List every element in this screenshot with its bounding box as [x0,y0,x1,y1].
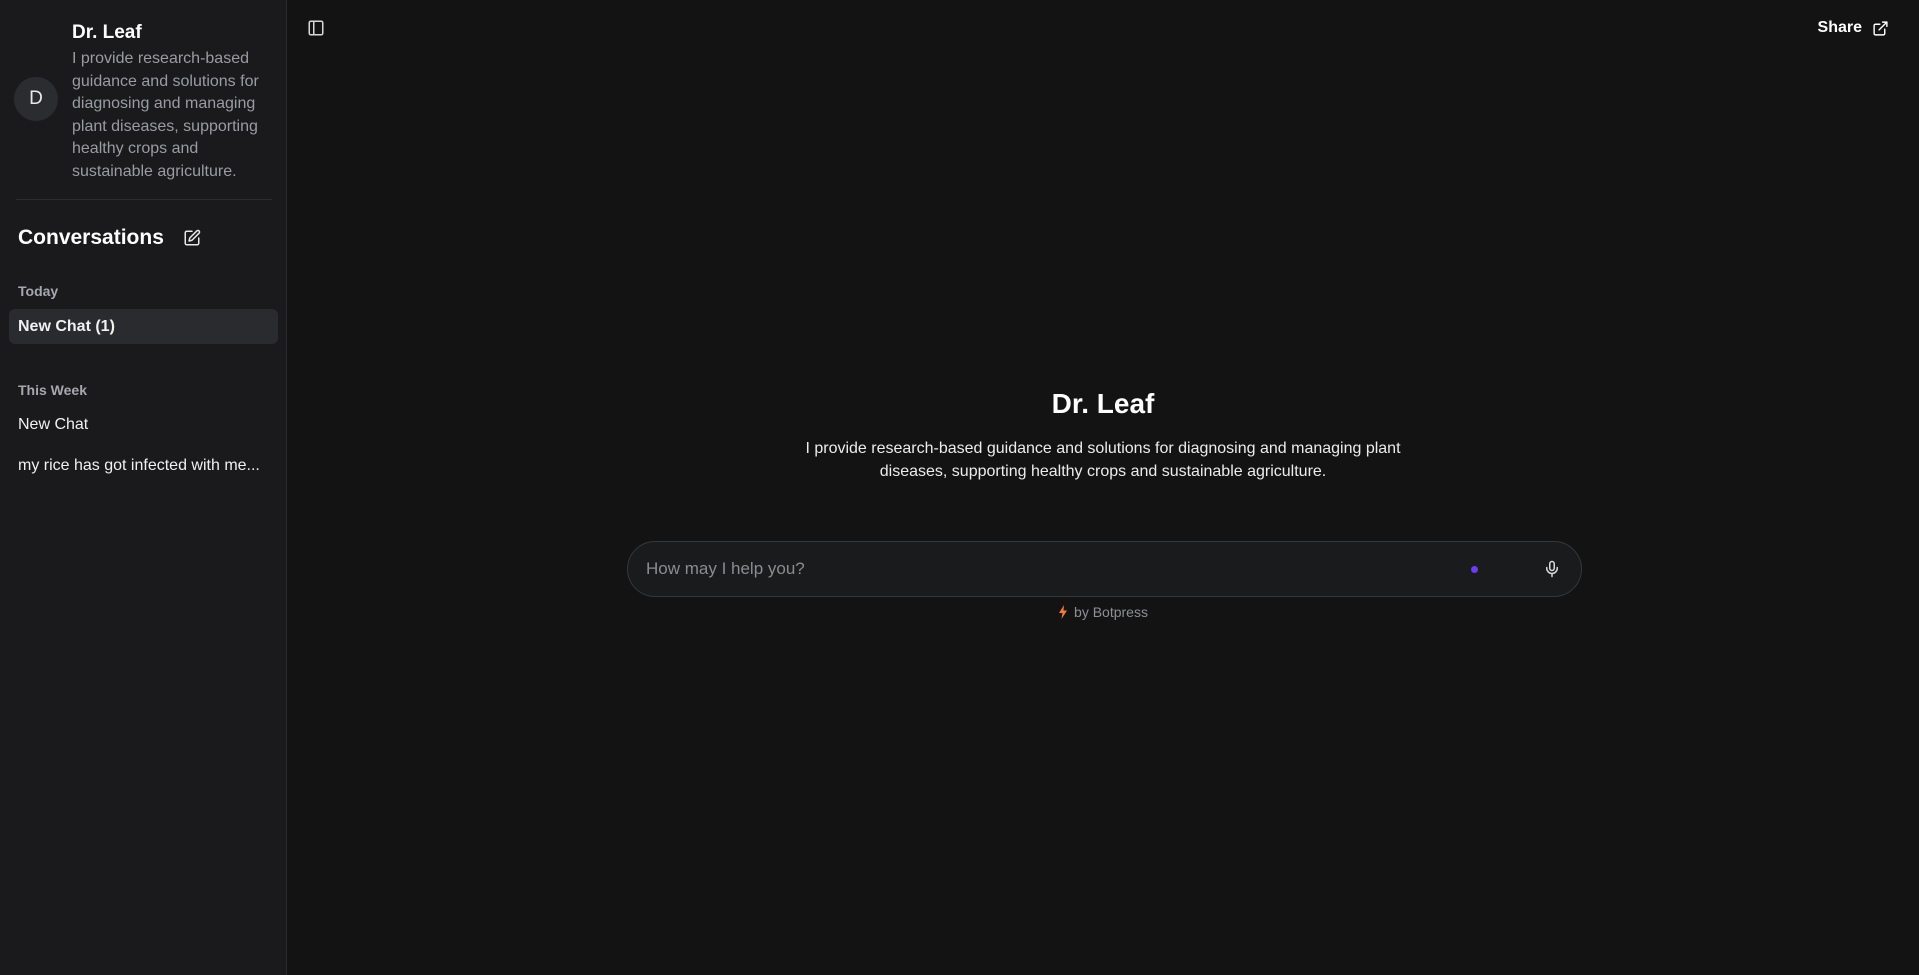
bot-description: I provide research-based guidance and so… [72,50,259,180]
bot-info: Dr. Leaf I provide research-based guidan… [72,20,272,183]
sidebar-divider [16,199,272,200]
lightning-bolt-icon [1058,605,1068,619]
external-link-icon [1872,20,1889,37]
welcome-hero: Dr. Leaf I provide research-based guidan… [287,388,1919,483]
conversations-header: Conversations [18,226,203,250]
microphone-icon [1546,560,1558,578]
message-input[interactable] [628,542,1471,596]
app-window: D Dr. Leaf I provide research-based guid… [0,0,1919,975]
sidebar-toggle-icon [308,20,324,36]
main-panel: Share Dr. Leaf I provide research-based … [287,0,1919,975]
share-button[interactable]: Share [1818,19,1889,37]
share-label: Share [1817,19,1862,36]
new-conversation-button[interactable] [181,227,203,249]
conversation-item-rice-infection[interactable]: my rice has got infected with me... [9,448,278,483]
hero-title: Dr. Leaf [1051,388,1155,419]
bot-name: Dr. Leaf [72,22,142,43]
sidebar: D Dr. Leaf I provide research-based guid… [0,0,287,975]
powered-by-label: by Botpress [1074,604,1148,620]
group-label-this-week: This Week [18,382,87,398]
voice-input-button[interactable] [1541,558,1563,580]
edit-icon [184,229,201,246]
group-label-today: Today [18,283,59,299]
conversation-item-new-chat-1[interactable]: New Chat (1) [9,309,278,344]
powered-by: by Botpress [287,604,1919,620]
conversations-title: Conversations [18,226,164,249]
conversation-item-new-chat[interactable]: New Chat [9,407,278,442]
sidebar-toggle-button[interactable] [307,19,327,39]
hero-description: I provide research-based guidance and so… [805,440,1401,480]
status-dot [1471,565,1478,573]
avatar: D [14,77,58,121]
message-composer [627,541,1582,597]
